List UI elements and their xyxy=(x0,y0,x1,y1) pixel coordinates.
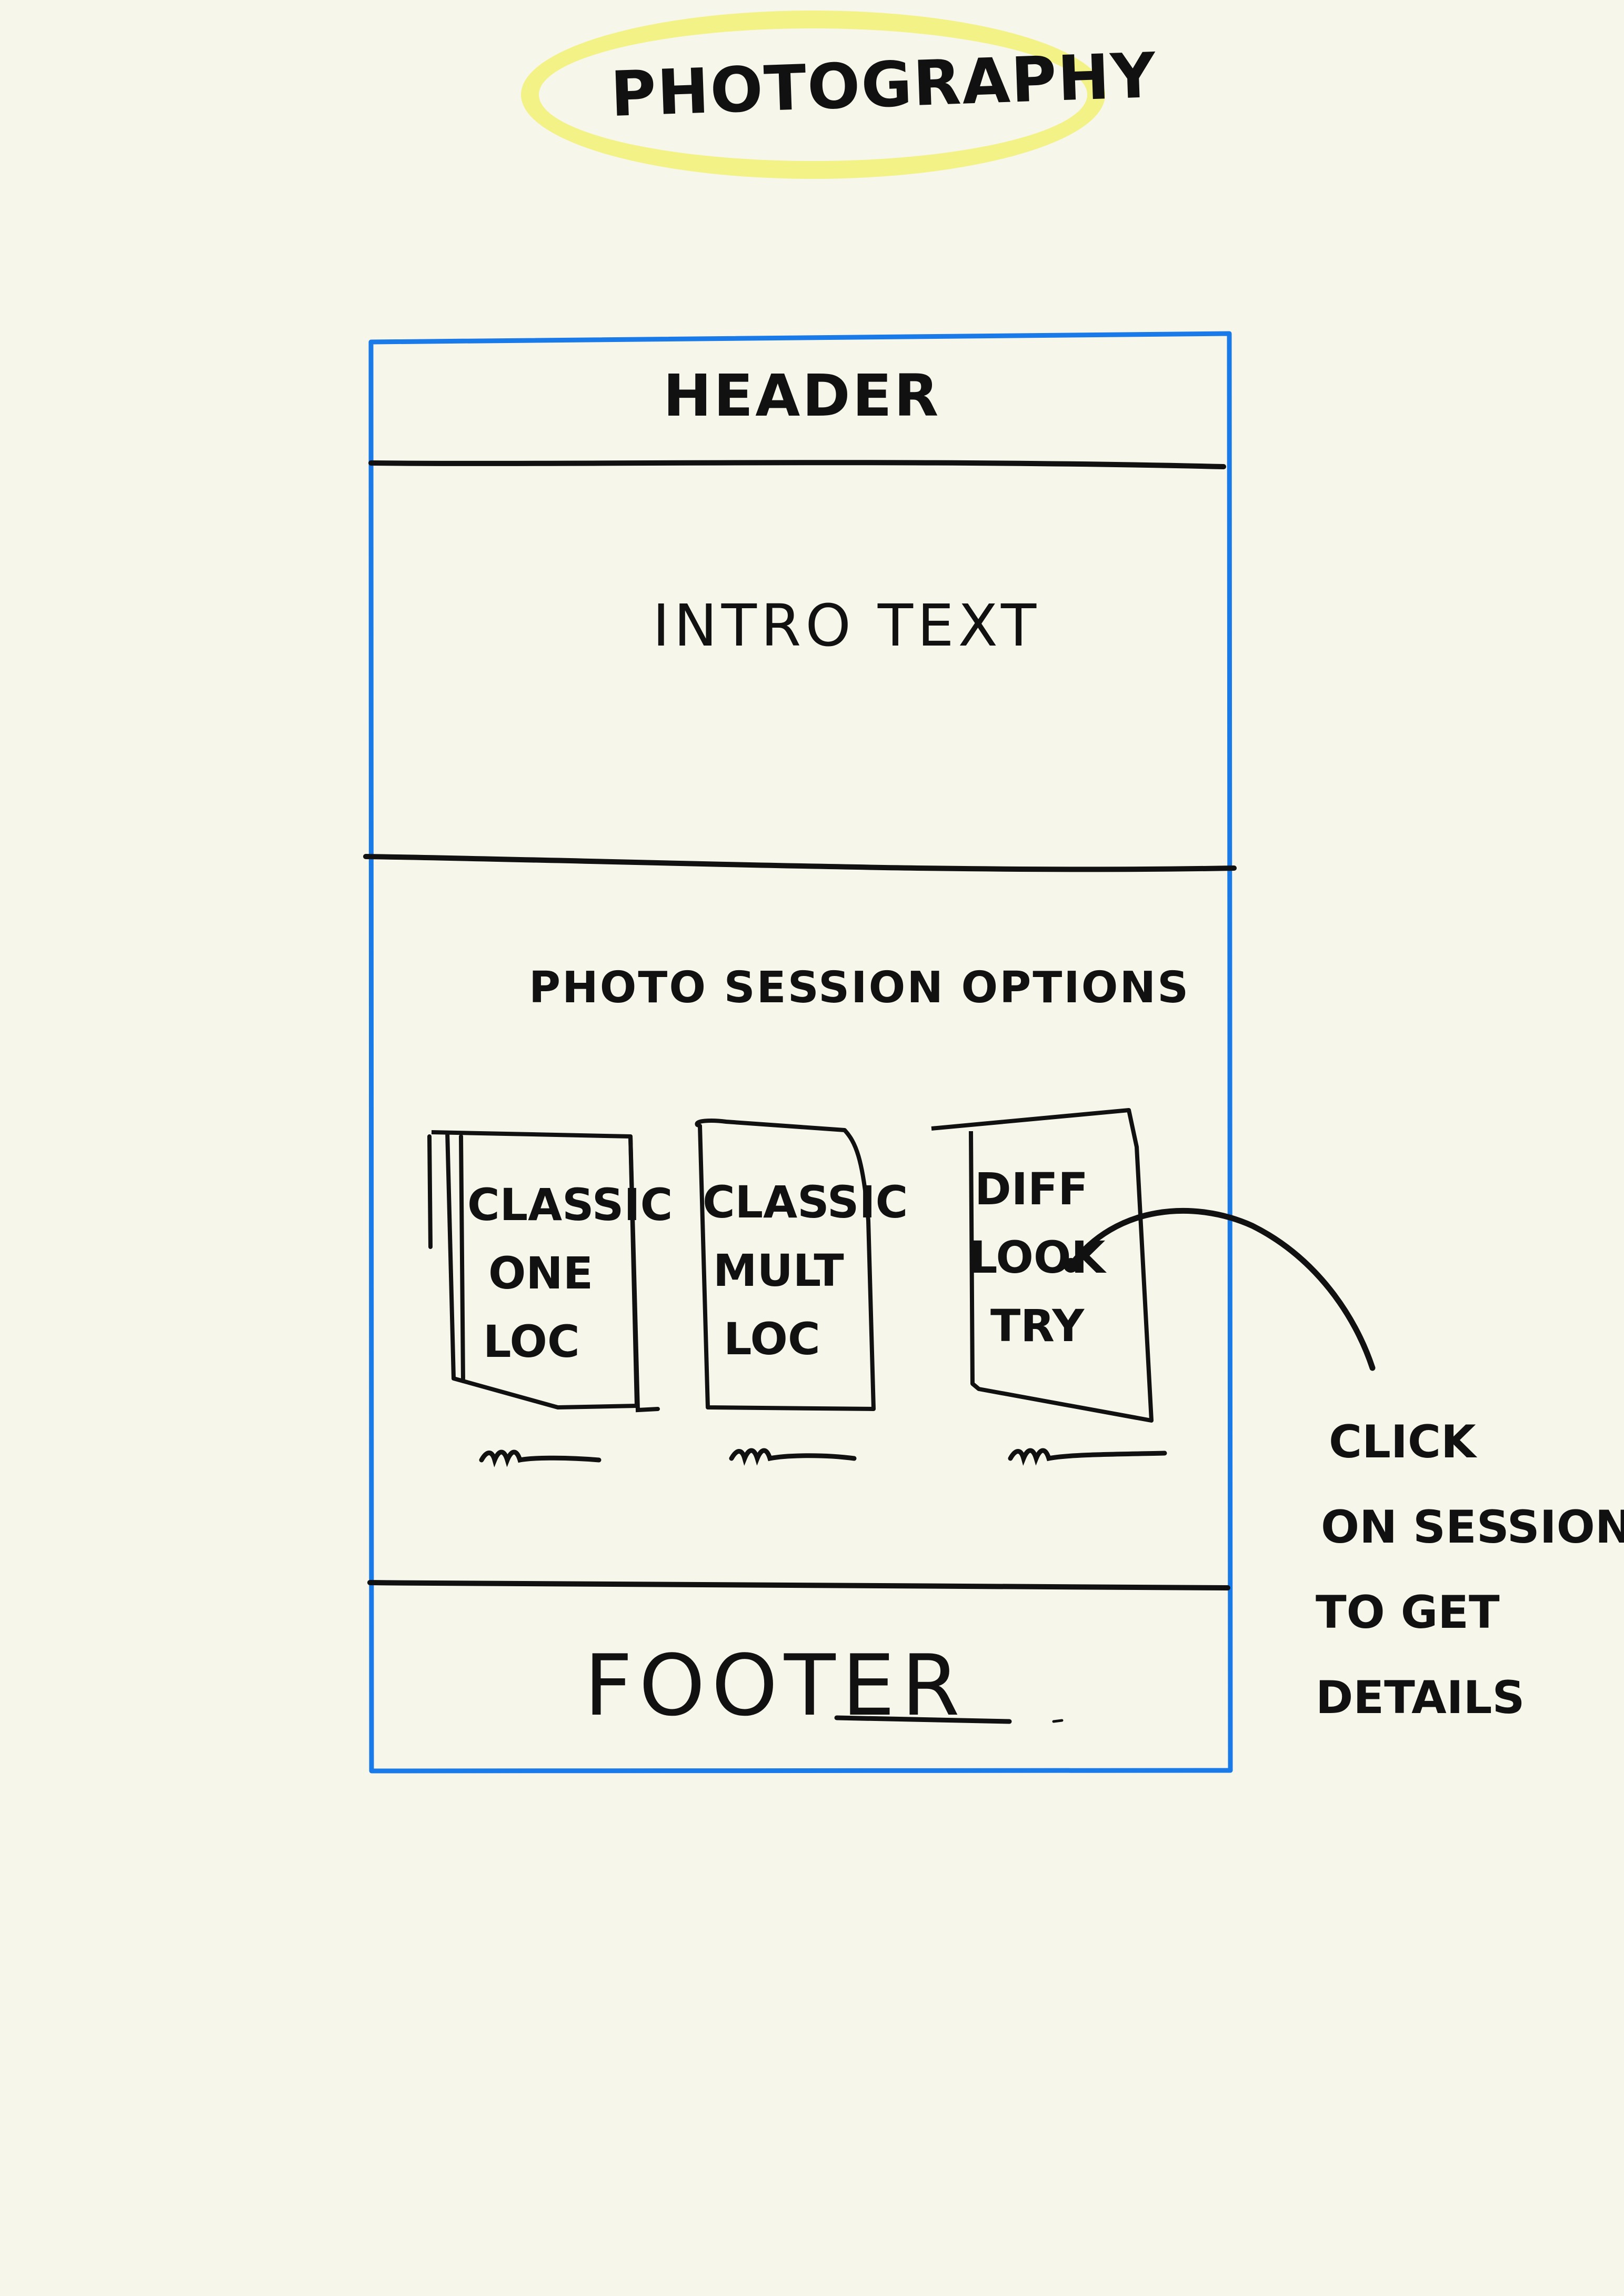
annotation-line: DETAILS xyxy=(1316,1671,1525,1724)
card2-caption-squiggle xyxy=(729,1448,857,1466)
click-session-annotation: CLICK ON SESSION TO GET DETAILS xyxy=(1316,1399,1624,1740)
annotation-connector xyxy=(1068,1207,1376,1371)
card-line: TRY xyxy=(990,1300,1085,1352)
card-line: MULT xyxy=(713,1245,844,1296)
card-line: LOC xyxy=(483,1316,580,1367)
annotation-line: TO GET xyxy=(1316,1586,1500,1639)
header-divider xyxy=(368,460,1226,469)
session-card-1-text[interactable]: CLASSIC ONE LOC xyxy=(467,1171,673,1376)
footer-section-label: FOOTER xyxy=(584,1636,966,1735)
header-section-label: HEADER xyxy=(663,362,941,429)
card-line: DIFF xyxy=(975,1163,1088,1215)
session-card-3-text[interactable]: DIFF LOOK TRY xyxy=(969,1155,1105,1360)
card-line: CLASSIC xyxy=(467,1179,673,1231)
card-line: LOOK xyxy=(969,1232,1106,1283)
wireframe-sketch xyxy=(363,331,1376,1774)
session-card-2-text[interactable]: CLASSIC MULT LOC xyxy=(703,1168,908,1373)
sessions-divider xyxy=(367,1580,1230,1590)
intro-text-section-label: INTRO TEXT xyxy=(653,592,1041,659)
intro-divider xyxy=(363,854,1237,872)
card3-caption-squiggle xyxy=(1008,1448,1167,1466)
card-line: LOC xyxy=(724,1313,820,1365)
card-line: ONE xyxy=(488,1247,594,1299)
footer-dot-stroke xyxy=(1052,1719,1064,1723)
photo-session-options-heading: PHOTO SESSION OPTIONS xyxy=(529,963,1190,1013)
annotation-line: ON SESSION xyxy=(1321,1501,1624,1554)
card-line: CLASSIC xyxy=(703,1176,908,1228)
annotation-line: CLICK xyxy=(1329,1416,1476,1468)
card1-caption-squiggle xyxy=(479,1449,602,1468)
wireframe-outer-frame xyxy=(368,331,1233,1774)
